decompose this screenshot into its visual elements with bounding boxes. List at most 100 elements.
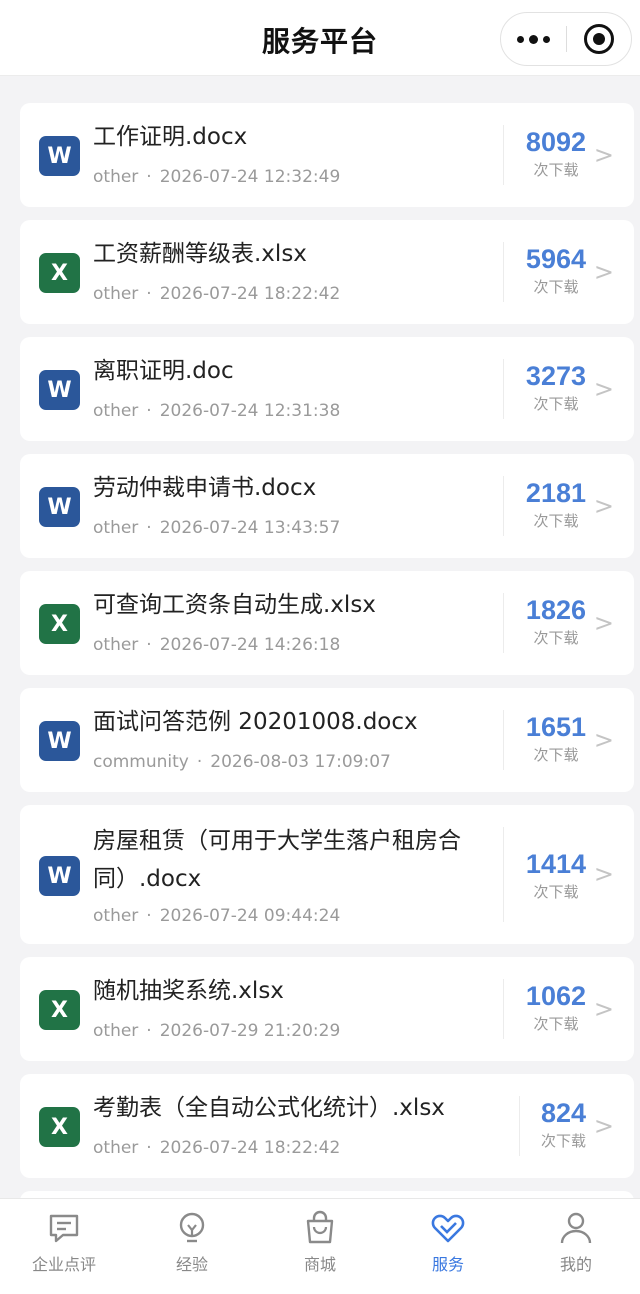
close-miniprogram-button[interactable] xyxy=(567,13,632,65)
word-file-icon: W xyxy=(39,487,80,527)
download-count: 8092 xyxy=(525,127,586,157)
file-card[interactable]: W 房屋租赁（可用于大学生落户租房合同）.docx other · 2026-07-24… xyxy=(20,805,634,944)
file-source: other xyxy=(93,1021,139,1041)
meta-separator: · xyxy=(146,401,152,421)
file-meta: other · 2026-07-24 12:31:38 xyxy=(93,401,340,421)
meta-separator: · xyxy=(146,167,152,187)
tab-shopping-bag[interactable]: 商城 xyxy=(256,1199,384,1294)
download-count: 1062 xyxy=(525,981,586,1011)
file-meta: other · 2026-07-29 21:20:29 xyxy=(93,1021,340,1041)
tab-lightbulb[interactable]: 经验 xyxy=(128,1199,256,1294)
file-datetime: 2026-07-24 18:22:42 xyxy=(159,1138,341,1158)
tab-label: 我的 xyxy=(559,1255,592,1274)
file-source: other xyxy=(93,518,139,538)
meta-separator: · xyxy=(146,906,152,926)
chevron-right-icon: > xyxy=(593,1112,614,1140)
more-options-button[interactable] xyxy=(501,13,566,65)
file-name: 房屋租赁（可用于大学生落户租房合同）.docx xyxy=(93,828,461,892)
meta-separator: · xyxy=(146,635,152,655)
tab-heart-service[interactable]: 服务 xyxy=(384,1199,512,1294)
file-meta: other · 2026-07-24 14:26:18 xyxy=(93,635,340,655)
chevron-right-icon: > xyxy=(593,995,614,1023)
download-stat: 1826 次下载 xyxy=(526,595,586,648)
file-datetime: 2026-07-24 09:44:24 xyxy=(159,906,341,926)
file-meta: community · 2026-08-03 17:09:07 xyxy=(93,752,391,772)
file-name: 面试问答范例 20201008.docx xyxy=(93,709,418,735)
download-stat: 824 次下载 xyxy=(541,1098,586,1151)
download-count-label: 次下载 xyxy=(533,883,579,901)
word-file-icon: W xyxy=(39,136,80,176)
file-meta: other · 2026-07-24 13:43:57 xyxy=(93,518,340,538)
file-name: 工作证明.docx xyxy=(93,124,248,150)
file-source: community xyxy=(93,752,189,772)
shopping-bag-icon xyxy=(301,1209,339,1247)
meta-separator: · xyxy=(146,284,152,304)
chevron-right-icon: > xyxy=(593,726,614,754)
file-datetime: 2026-08-03 17:09:07 xyxy=(210,752,391,772)
tab-label: 企业点评 xyxy=(31,1255,96,1274)
file-meta: other · 2026-07-24 18:22:42 xyxy=(93,1138,340,1158)
download-count: 1651 xyxy=(525,712,586,742)
chevron-right-icon: > xyxy=(593,375,614,403)
file-datetime: 2026-07-24 13:43:57 xyxy=(159,518,341,538)
file-card[interactable]: X 可查询工资条自动生成.xlsx other · 2026-07-24 14:26:1… xyxy=(20,571,634,675)
meta-separator: · xyxy=(196,752,203,772)
chevron-right-icon: > xyxy=(593,609,614,637)
file-card[interactable]: W 离职证明.doc other · 2026-07-24 12:31:38 3273 次下… xyxy=(20,337,634,441)
more-dots-icon xyxy=(516,35,524,43)
user-icon xyxy=(557,1209,595,1247)
tab-label: 经验 xyxy=(175,1255,208,1274)
navigation-bar: 服务平台 xyxy=(0,0,640,76)
tab-label: 商城 xyxy=(303,1255,336,1274)
download-count: 824 xyxy=(540,1098,586,1128)
file-datetime: 2026-07-24 12:31:38 xyxy=(159,401,341,421)
download-count: 3273 xyxy=(525,361,586,391)
download-stat: 1414 次下载 xyxy=(526,849,586,902)
file-meta: other · 2026-07-24 09:44:24 xyxy=(93,906,340,926)
file-source: other xyxy=(93,906,139,926)
file-name: 离职证明.doc xyxy=(93,358,234,384)
tab-label: 服务 xyxy=(431,1255,464,1274)
file-meta: other · 2026-07-24 12:32:49 xyxy=(93,167,340,187)
file-source: other xyxy=(93,167,139,187)
download-count-label: 次下载 xyxy=(533,746,579,764)
file-card[interactable]: X 工资薪酬等级表.xlsx other · 2026-07-24 18:22:42 59… xyxy=(20,220,634,324)
file-name: 工资薪酬等级表.xlsx xyxy=(93,241,307,267)
file-datetime: 2026-07-24 12:32:49 xyxy=(159,167,341,187)
download-stat: 3273 次下载 xyxy=(526,361,586,414)
download-count: 1414 xyxy=(525,849,586,879)
excel-file-icon: X xyxy=(39,1107,80,1147)
file-meta: other · 2026-07-24 18:22:42 xyxy=(93,284,340,304)
file-source: other xyxy=(93,1138,139,1158)
chevron-right-icon: > xyxy=(593,860,614,888)
menu-capsule xyxy=(500,12,632,66)
file-card[interactable]: W 劳动仲裁申请书.docx other · 2026-07-24 13:43:57 21… xyxy=(20,454,634,558)
file-card[interactable]: W 工作证明.docx other · 2026-07-24 12:32:49 8092 次… xyxy=(20,103,634,207)
download-count: 5964 xyxy=(525,244,586,274)
bottom-tab-bar: 企业点评 经验 商城 服务 我的 xyxy=(0,1198,640,1294)
download-count-label: 次下载 xyxy=(540,1132,586,1150)
excel-file-icon: X xyxy=(39,604,80,644)
tab-comment[interactable]: 企业点评 xyxy=(0,1199,128,1294)
download-count-label: 次下载 xyxy=(533,1015,579,1033)
file-datetime: 2026-07-24 14:26:18 xyxy=(159,635,341,655)
file-card[interactable]: X 考勤表（全自动公式化统计）.xlsx other · 2026-07-24 18:2… xyxy=(20,1074,634,1178)
download-count: 2181 xyxy=(525,478,586,508)
file-name: 随机抽奖系统.xlsx xyxy=(93,978,284,1004)
file-name: 考勤表（全自动公式化统计）.xlsx xyxy=(93,1095,445,1121)
download-stat: 2181 次下载 xyxy=(526,478,586,531)
download-stat: 5964 次下载 xyxy=(526,244,586,297)
download-count-label: 次下载 xyxy=(533,395,579,413)
excel-file-icon: X xyxy=(39,990,80,1030)
tab-user[interactable]: 我的 xyxy=(512,1199,640,1294)
file-card[interactable]: X 随机抽奖系统.xlsx other · 2026-07-29 21:20:29 106… xyxy=(20,957,634,1061)
download-stat: 8092 次下载 xyxy=(526,127,586,180)
download-count-label: 次下载 xyxy=(533,512,579,530)
meta-separator: · xyxy=(146,1021,152,1041)
file-source: other xyxy=(93,284,139,304)
file-datetime: 2026-07-29 21:20:29 xyxy=(159,1021,341,1041)
file-name: 劳动仲裁申请书.docx xyxy=(93,475,317,501)
excel-file-icon: X xyxy=(39,253,80,293)
file-card[interactable]: W 面试问答范例 20201008.docx community · 2026-08-0… xyxy=(20,688,634,792)
download-count-label: 次下载 xyxy=(533,629,579,647)
